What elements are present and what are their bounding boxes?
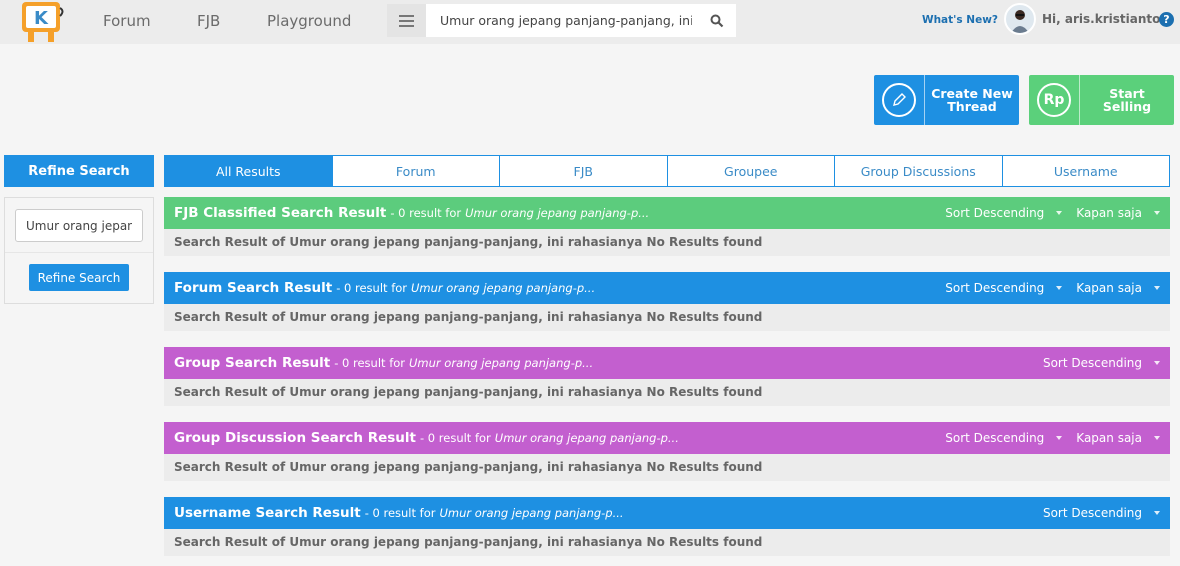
help-icon[interactable]: ? (1159, 12, 1174, 27)
username-results-section: Username Search Result - 0 result for Um… (164, 497, 1170, 556)
section-title[interactable]: FJB Classified Search Result (174, 205, 386, 221)
section-header: FJB Classified Search Result - 0 result … (164, 197, 1170, 229)
search-icon (710, 14, 724, 27)
no-results-message: Search Result of Umur orang jepang panja… (164, 379, 1170, 406)
search-bar (387, 4, 736, 37)
result-query: Umur orang jepang panjang-p... (494, 431, 679, 445)
divider (5, 252, 153, 253)
result-count: - 0 result for (420, 431, 491, 445)
result-count: - 0 result for (390, 206, 462, 220)
sort-label: Sort Descending (1042, 506, 1142, 520)
tab-forum[interactable]: Forum (331, 156, 500, 186)
sort-dropdown[interactable]: Sort Descending (1043, 356, 1160, 370)
tab-groupee[interactable]: Groupee (666, 156, 835, 186)
result-tabs: All Results Forum FJB Groupee Group Disc… (164, 155, 1170, 187)
caret-down-icon (1154, 511, 1160, 515)
refine-search-button[interactable]: Refine Search (29, 264, 129, 291)
rupiah-icon: Rp (1037, 83, 1071, 117)
sort-dropdown[interactable]: Sort Descending (945, 206, 1063, 220)
result-query: Umur orang jepang panjang-p... (465, 206, 650, 220)
section-title[interactable]: Group Discussion Search Result (174, 430, 416, 446)
caret-down-icon (1056, 211, 1063, 215)
refine-search-title: Refine Search (4, 155, 154, 187)
search-input[interactable] (426, 4, 698, 37)
nav-playground[interactable]: Playground (267, 12, 351, 30)
caret-down-icon (1154, 286, 1160, 290)
nav-fjb[interactable]: FJB (197, 12, 220, 30)
no-results-message: Search Result of Umur orang jepang panja… (164, 529, 1170, 556)
sort-dropdown[interactable]: Sort Descending (945, 431, 1063, 445)
time-filter-label: Kapan saja (1076, 281, 1142, 295)
section-header: Username Search Result - 0 result for Um… (164, 497, 1170, 529)
caret-down-icon (1056, 436, 1063, 440)
group-discussion-results-section: Group Discussion Search Result - 0 resul… (164, 422, 1170, 481)
create-new-thread-button[interactable]: Create New Thread (874, 75, 1019, 125)
caret-down-icon (1056, 286, 1063, 290)
sort-label: Sort Descending (945, 206, 1045, 220)
fjb-results-section: FJB Classified Search Result - 0 result … (164, 197, 1170, 256)
sort-dropdown[interactable]: Sort Descending (1043, 506, 1160, 520)
kaskus-logo[interactable]: K (18, 0, 68, 44)
avatar[interactable] (1004, 3, 1036, 35)
time-filter-label: Kapan saja (1076, 431, 1142, 445)
tab-fjb[interactable]: FJB (499, 156, 667, 186)
section-title[interactable]: Username Search Result (174, 505, 361, 521)
no-results-message: Search Result of Umur orang jepang panja… (164, 454, 1170, 481)
result-query: Umur orang jepang panjang-p... (439, 506, 624, 520)
result-count: - 0 result for (336, 281, 408, 295)
no-results-message: Search Result of Umur orang jepang panja… (164, 229, 1170, 256)
tab-all-results[interactable]: All Results (165, 156, 332, 186)
pencil-icon (882, 83, 916, 117)
start-selling-label: Start Selling (1102, 86, 1152, 114)
user-greeting[interactable]: Hi, aris.kristianto (1042, 12, 1160, 26)
group-results-section: Group Search Result - 0 result for Umur … (164, 347, 1170, 406)
refine-search-panel: Refine Search (4, 197, 154, 304)
result-query: Umur orang jepang panjang-p... (411, 281, 596, 295)
section-header: Group Search Result - 0 result for Umur … (164, 347, 1170, 379)
result-query: Umur orang jepang panjang-p... (409, 356, 594, 370)
refine-search-input[interactable] (15, 209, 143, 242)
caret-down-icon (1154, 436, 1160, 440)
result-count: - 0 result for (364, 506, 436, 520)
search-button[interactable] (698, 4, 736, 37)
caret-down-icon (1154, 361, 1160, 365)
tab-username[interactable]: Username (1001, 156, 1170, 186)
no-results-message: Search Result of Umur orang jepang panja… (164, 304, 1170, 331)
result-count: - 0 result for (334, 356, 406, 370)
time-filter-dropdown[interactable]: Kapan saja (1076, 281, 1160, 295)
forum-results-section: Forum Search Result - 0 result for Umur … (164, 272, 1170, 331)
section-header: Forum Search Result - 0 result for Umur … (164, 272, 1170, 304)
start-selling-button[interactable]: Rp Start Selling (1029, 75, 1174, 125)
top-navbar: K Forum FJB Playground What's New? Hi, a… (0, 0, 1180, 44)
time-filter-label: Kapan saja (1076, 206, 1142, 220)
tab-group-discussions[interactable]: Group Discussions (834, 156, 1002, 186)
sort-label: Sort Descending (1042, 356, 1142, 370)
section-title[interactable]: Forum Search Result (174, 280, 332, 296)
sort-label: Sort Descending (945, 281, 1045, 295)
whats-new-link[interactable]: What's New? (922, 14, 998, 26)
sort-label: Sort Descending (945, 431, 1045, 445)
time-filter-dropdown[interactable]: Kapan saja (1076, 431, 1160, 445)
search-category-menu-button[interactable] (387, 4, 426, 37)
create-new-thread-label: Create New Thread (931, 86, 1013, 114)
caret-down-icon (1154, 211, 1160, 215)
time-filter-dropdown[interactable]: Kapan saja (1076, 206, 1160, 220)
nav-forum[interactable]: Forum (103, 12, 151, 30)
hamburger-icon (399, 14, 414, 27)
svg-text:K: K (34, 8, 49, 29)
sort-dropdown[interactable]: Sort Descending (945, 281, 1063, 295)
section-header: Group Discussion Search Result - 0 resul… (164, 422, 1170, 454)
section-title[interactable]: Group Search Result (174, 355, 330, 371)
